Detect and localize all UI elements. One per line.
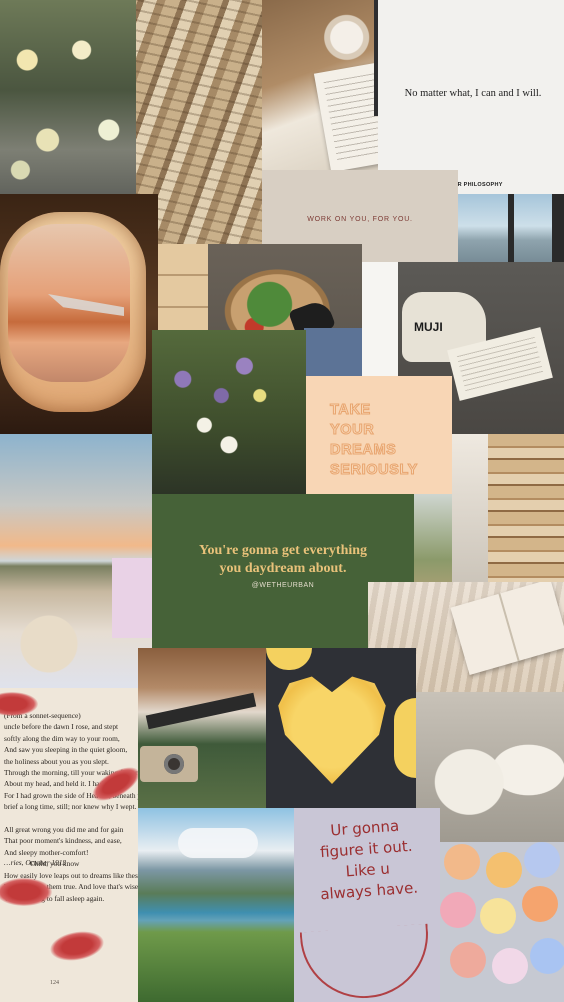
lemon-slice (394, 698, 416, 778)
film-camera-photo (138, 648, 266, 808)
take-dreams-line: SERIOUSLY (330, 462, 418, 479)
foam-flower (450, 942, 486, 978)
book-stack-photo (452, 434, 564, 594)
heart-lemon-slice (278, 676, 386, 784)
inner-philosophy-quote: No matter what, I can and I will. (404, 88, 542, 99)
camera (140, 746, 198, 782)
lipstick-kiss (47, 927, 107, 965)
aesthetic-collage: No matter what, I can and I will. INNER … (0, 0, 564, 1002)
jeans (304, 328, 362, 378)
alpine-lake-photo (138, 808, 294, 1002)
cake (14, 614, 84, 674)
beach-picnic-photo (0, 434, 152, 688)
foam-flower (480, 898, 516, 934)
airplane-window-photo (0, 194, 158, 434)
poem-date: …ries, October 1913 (4, 858, 67, 867)
poem-page-photo: (From a sonnet-sequence) uncle before th… (0, 688, 138, 1002)
heart-lemon-photo (266, 648, 416, 808)
cloud (178, 828, 258, 858)
wildflower-bouquet-photo (152, 330, 306, 494)
heart-doodle (299, 923, 433, 1002)
handwritten-note-text: Ur gonna figure it out. Like u always ha… (294, 813, 440, 907)
daydream-quote: You're gonna get everything you daydream… (152, 542, 414, 578)
handwritten-note-photo: Ur gonna figure it out. Like u always ha… (294, 808, 440, 1002)
poem-page-number: 124 (50, 980, 59, 986)
poem-text: (From a sonnet-sequence) uncle before th… (4, 711, 138, 903)
white-wall-strip (362, 262, 398, 376)
take-dreams-line: TAKE (330, 402, 371, 419)
take-dreams-card: TAKE YOUR DREAMS SERIOUSLY (306, 376, 452, 502)
lemon-slice (266, 648, 312, 670)
foam-flower (530, 938, 564, 974)
bag-label: MUJI (414, 320, 443, 334)
work-on-you-text: WORK ON YOU, FOR YOU. (307, 216, 413, 223)
take-dreams-line: DREAMS (330, 442, 397, 459)
foam-flower (440, 892, 476, 928)
foam-flower (522, 886, 558, 922)
daydream-line: You're gonna get everything (198, 543, 368, 558)
inner-philosophy-card: No matter what, I can and I will. INNER … (378, 0, 564, 194)
camera-strap (145, 692, 257, 730)
foam-flower (486, 852, 522, 888)
take-dreams-text: TAKE YOUR DREAMS SERIOUSLY (330, 400, 450, 480)
pink-bag (112, 558, 152, 638)
foam-flower (444, 844, 480, 880)
daydream-line: you daydream about. (219, 561, 347, 576)
foam-flowers-photo (440, 842, 564, 1002)
tulip-bouquets-photo (0, 0, 136, 200)
foam-flower (492, 948, 528, 984)
open-book (450, 582, 564, 675)
take-dreams-line: YOUR (330, 422, 375, 439)
foam-flower (524, 842, 560, 878)
